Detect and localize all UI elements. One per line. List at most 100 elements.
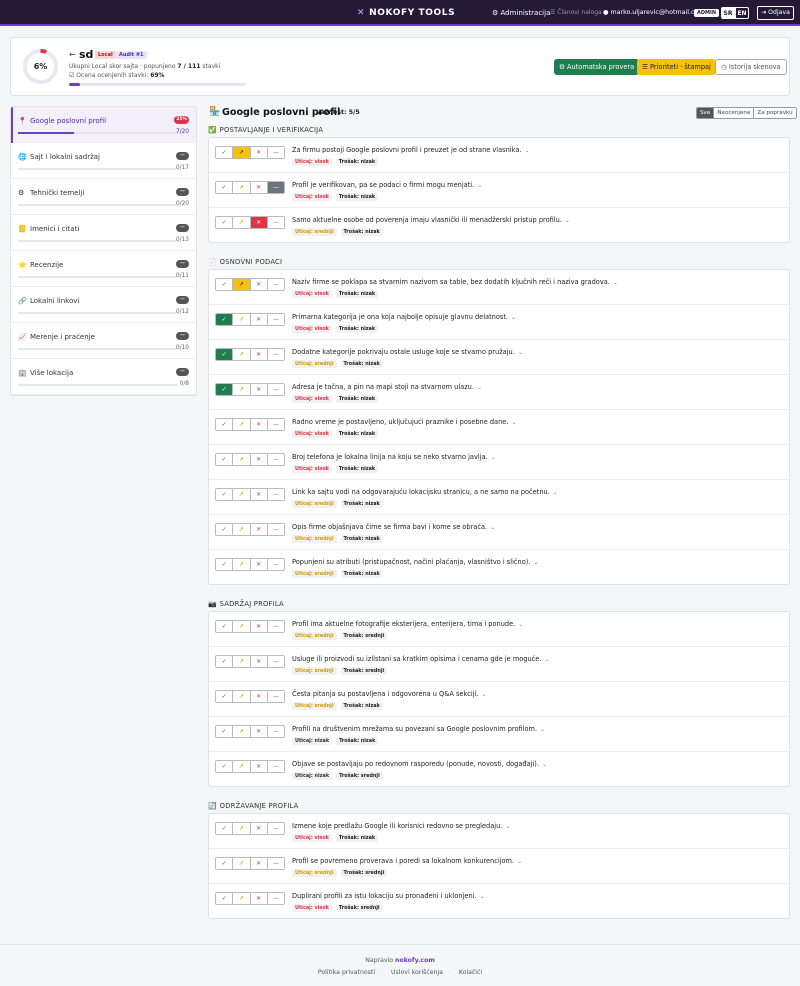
sidebar-item[interactable]: ⭐ Recenzije — 0/11 [11,251,196,287]
chevron-down-icon[interactable]: ⌄ [511,314,516,321]
sidebar-item[interactable]: 🌐 Sajt i lokalni sadržaj — 0/17 [11,143,196,179]
chevron-down-icon[interactable]: ⌄ [518,621,523,628]
check-option-button[interactable]: ✓ [216,217,233,228]
partial-option-button[interactable]: ↗ [232,182,250,193]
cross-option-button[interactable]: ✕ [249,691,267,702]
logout-button[interactable]: ⇥ Odjava [757,6,794,20]
partial-option-button[interactable]: ↗ [232,858,250,869]
check-option-button[interactable]: ✓ [216,314,233,325]
cross-option-button[interactable]: ✕ [249,279,267,290]
members-link[interactable]: ☰ Članovi naloga [550,9,602,16]
scan-history-button[interactable]: ◷ Istorija skenova [715,59,787,75]
cross-option-button[interactable]: ✕ [249,217,267,228]
partial-option-button[interactable]: ↗ [232,691,250,702]
cross-option-button[interactable]: ✕ [249,524,267,535]
chevron-down-icon[interactable]: ⌄ [613,279,618,286]
na-option-button[interactable]: — [266,454,284,465]
cross-option-button[interactable]: ✕ [249,182,267,193]
partial-option-button[interactable]: ↗ [232,524,250,535]
sidebar-item[interactable]: 🏢 Više lokacija — 0/8 [11,359,196,395]
na-option-button[interactable]: — [266,621,284,632]
na-option-button[interactable]: — [266,419,284,430]
cross-option-button[interactable]: ✕ [249,656,267,667]
check-option-button[interactable]: ✓ [216,147,233,158]
chevron-down-icon[interactable]: ⌄ [533,559,538,566]
cross-option-button[interactable]: ✕ [249,621,267,632]
na-option-button[interactable]: — [266,524,284,535]
check-option-button[interactable]: ✓ [216,279,233,290]
cross-option-button[interactable]: ✕ [249,454,267,465]
partial-option-button[interactable]: ↗ [232,419,250,430]
check-option-button[interactable]: ✓ [216,823,233,834]
chevron-down-icon[interactable]: ⌄ [542,761,547,768]
user-email[interactable]: ● marko.uljarevic@hotmail.com [603,9,704,16]
sidebar-item[interactable]: 🔗 Lokalni linkovi — 0/12 [11,287,196,323]
partial-option-button[interactable]: ↗ [232,761,250,772]
na-option-button[interactable]: — [266,279,284,290]
partial-option-button[interactable]: ↗ [232,279,250,290]
cross-option-button[interactable]: ✕ [249,823,267,834]
na-option-button[interactable]: — [266,217,284,228]
chevron-down-icon[interactable]: ⌄ [565,217,570,224]
na-option-button[interactable]: — [266,761,284,772]
sidebar-item[interactable]: 📈 Merenje i praćenje — 0/10 [11,323,196,359]
chevron-down-icon[interactable]: ⌄ [553,489,558,496]
check-option-button[interactable]: ✓ [216,761,233,772]
chevron-down-icon[interactable]: ⌄ [477,182,482,189]
admin-link[interactable]: ⚙ Administracija [492,9,550,17]
partial-option-button[interactable]: ↗ [232,621,250,632]
partial-option-button[interactable]: ↗ [232,489,250,500]
filter-button[interactable]: Sve [697,108,714,118]
filter-button[interactable]: Neocenjene [713,108,754,118]
cross-option-button[interactable]: ✕ [249,893,267,904]
na-option-button[interactable]: — [266,147,284,158]
partial-option-button[interactable]: ↗ [232,147,250,158]
cross-option-button[interactable]: ✕ [249,349,267,360]
partial-option-button[interactable]: ↗ [232,823,250,834]
chevron-down-icon[interactable]: ⌄ [524,147,529,154]
na-option-button[interactable]: — [266,726,284,737]
check-option-button[interactable]: ✓ [216,524,233,535]
partial-option-button[interactable]: ↗ [232,893,250,904]
chevron-down-icon[interactable]: ⌄ [491,454,496,461]
cross-option-button[interactable]: ✕ [249,419,267,430]
cookies-link[interactable]: Kolačići [459,969,482,976]
filter-button[interactable]: Za popravku [753,108,796,118]
na-option-button[interactable]: — [266,858,284,869]
partial-option-button[interactable]: ↗ [232,217,250,228]
na-option-button[interactable]: — [266,656,284,667]
check-option-button[interactable]: ✓ [216,691,233,702]
sidebar-item[interactable]: ⚙ Tehnički temelji — 0/20 [11,179,196,215]
chevron-down-icon[interactable]: ⌄ [544,656,549,663]
priorities-print-button[interactable]: ☰ Prioriteti · štampaj [637,59,716,75]
chevron-down-icon[interactable]: ⌄ [477,384,482,391]
privacy-link[interactable]: Politika privatnosti [318,969,375,976]
na-option-button[interactable]: — [266,893,284,904]
na-option-button[interactable]: — [266,314,284,325]
lang-en-button[interactable]: EN [735,7,749,19]
check-option-button[interactable]: ✓ [216,419,233,430]
chevron-down-icon[interactable]: ⌄ [540,726,545,733]
partial-option-button[interactable]: ↗ [232,314,250,325]
check-option-button[interactable]: ✓ [216,726,233,737]
chevron-down-icon[interactable]: ⌄ [490,524,495,531]
chevron-down-icon[interactable]: ⌄ [480,893,485,900]
check-option-button[interactable]: ✓ [216,656,233,667]
check-option-button[interactable]: ✓ [216,489,233,500]
check-option-button[interactable]: ✓ [216,858,233,869]
brand-logo[interactable]: ✕ NOKOFY TOOLS [357,8,455,18]
na-option-button[interactable]: — [266,182,284,193]
cross-option-button[interactable]: ✕ [249,314,267,325]
na-option-button[interactable]: — [266,349,284,360]
cross-option-button[interactable]: ✕ [249,147,267,158]
partial-option-button[interactable]: ↗ [232,726,250,737]
chevron-down-icon[interactable]: ⌄ [511,419,516,426]
partial-option-button[interactable]: ↗ [232,349,250,360]
cross-option-button[interactable]: ✕ [249,858,267,869]
cross-option-button[interactable]: ✕ [249,384,267,395]
na-option-button[interactable]: — [266,823,284,834]
sidebar-item[interactable]: 📍 Google poslovni profil 25% 7/20 [11,107,196,143]
check-option-button[interactable]: ✓ [216,621,233,632]
partial-option-button[interactable]: ↗ [232,559,250,570]
cross-option-button[interactable]: ✕ [249,489,267,500]
